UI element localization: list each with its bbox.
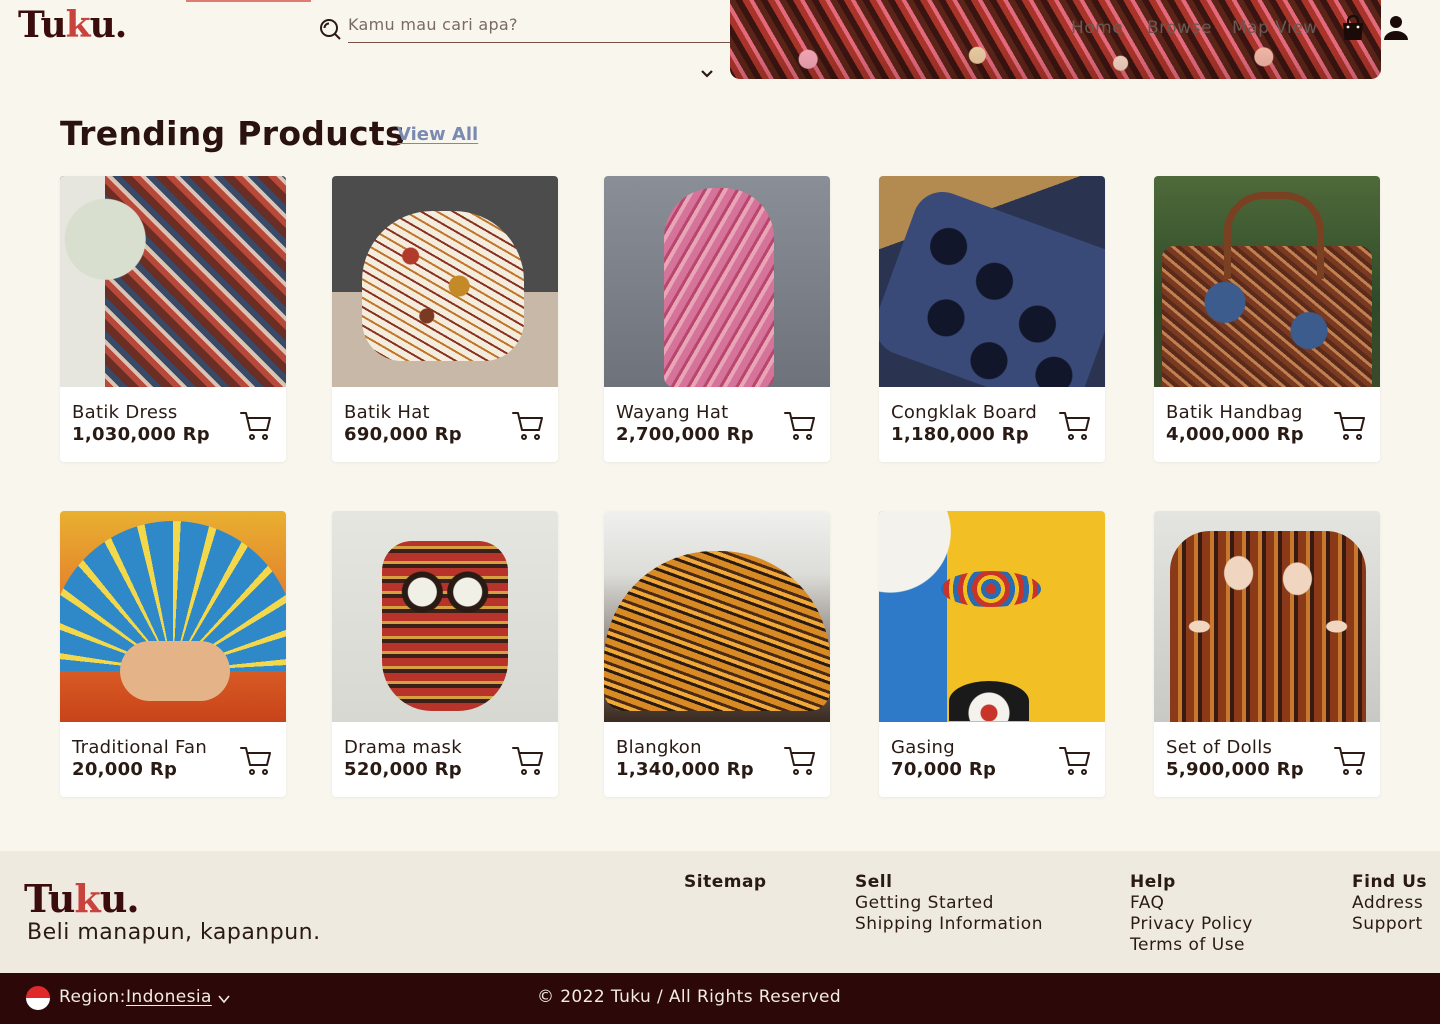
view-all-link[interactable]: View All: [397, 124, 478, 145]
footer-link-getting-started[interactable]: Getting Started: [855, 893, 994, 913]
product-image[interactable]: [879, 511, 1105, 722]
add-to-cart-icon[interactable]: [511, 409, 545, 443]
region-selector[interactable]: Indonesia: [126, 987, 212, 1007]
add-to-cart-icon[interactable]: [1058, 409, 1092, 443]
add-to-cart-icon[interactable]: [239, 409, 273, 443]
header-accent-line: [186, 0, 311, 2]
chevron-down-icon[interactable]: [699, 66, 715, 82]
user-icon[interactable]: [1383, 14, 1409, 42]
footer-logo[interactable]: Tuku.: [24, 876, 140, 921]
product-name: Set of Dolls: [1166, 737, 1273, 758]
add-to-cart-icon[interactable]: [783, 409, 817, 443]
product-name: Traditional Fan: [72, 737, 208, 758]
product-price: 70,000 Rp: [891, 759, 997, 780]
hero-banner[interactable]: [730, 0, 1381, 79]
product-price: 520,000 Rp: [344, 759, 462, 780]
nav-home[interactable]: Home: [1071, 18, 1123, 38]
product-name: Batik Handbag: [1166, 402, 1303, 423]
product-image[interactable]: [60, 176, 286, 387]
product-card[interactable]: Drama mask 520,000 Rp: [332, 511, 558, 797]
product-card[interactable]: Blangkon 1,340,000 Rp: [604, 511, 830, 797]
footer-link-shipping-information[interactable]: Shipping Information: [855, 914, 1043, 934]
indonesia-flag-icon: [26, 986, 50, 1010]
product-price: 5,900,000 Rp: [1166, 759, 1304, 780]
product-card[interactable]: Batik Hat 690,000 Rp: [332, 176, 558, 462]
add-to-cart-icon[interactable]: [783, 744, 817, 778]
product-price: 1,340,000 Rp: [616, 759, 754, 780]
add-to-cart-icon[interactable]: [239, 744, 273, 778]
product-image[interactable]: [604, 511, 830, 722]
product-price: 1,180,000 Rp: [891, 424, 1029, 445]
copyright-text: © 2022 Tuku / All Rights Reserved: [537, 987, 842, 1007]
product-price: 4,000,000 Rp: [1166, 424, 1304, 445]
product-card[interactable]: Traditional Fan 20,000 Rp: [60, 511, 286, 797]
footer-link-support[interactable]: Support: [1352, 914, 1423, 934]
footer-link-address[interactable]: Address: [1352, 893, 1423, 913]
chevron-down-icon[interactable]: [217, 992, 231, 1006]
product-card[interactable]: Batik Handbag 4,000,000 Rp: [1154, 176, 1380, 462]
shopping-bag-icon[interactable]: [1340, 14, 1366, 42]
product-price: 20,000 Rp: [72, 759, 178, 780]
product-name: Batik Dress: [72, 402, 178, 423]
product-name: Batik Hat: [344, 402, 430, 423]
product-card[interactable]: Wayang Hat 2,700,000 Rp: [604, 176, 830, 462]
search-icon[interactable]: [318, 17, 342, 41]
product-image[interactable]: [60, 511, 286, 722]
product-card[interactable]: Gasing 70,000 Rp: [879, 511, 1105, 797]
footer-link-faq[interactable]: FAQ: [1130, 893, 1164, 913]
product-name: Wayang Hat: [616, 402, 729, 423]
footer-heading-sell: Sell: [855, 872, 893, 892]
product-card[interactable]: Set of Dolls 5,900,000 Rp: [1154, 511, 1380, 797]
product-image[interactable]: [1154, 176, 1380, 387]
add-to-cart-icon[interactable]: [1333, 409, 1367, 443]
footer-heading-help: Help: [1130, 872, 1176, 892]
product-image[interactable]: [332, 176, 558, 387]
product-image[interactable]: [604, 176, 830, 387]
region-label: Region:: [59, 987, 126, 1007]
product-card[interactable]: Batik Dress 1,030,000 Rp: [60, 176, 286, 462]
product-price: 1,030,000 Rp: [72, 424, 210, 445]
product-image[interactable]: [879, 176, 1105, 387]
footer-heading-find-us: Find Us: [1352, 872, 1428, 892]
product-name: Gasing: [891, 737, 955, 758]
footer-tagline: Beli manapun, kapanpun.: [27, 920, 321, 945]
footer-link-privacy-policy[interactable]: Privacy Policy: [1130, 914, 1253, 934]
nav-browse[interactable]: Browse: [1147, 18, 1212, 38]
add-to-cart-icon[interactable]: [1333, 744, 1367, 778]
footer-heading-sitemap[interactable]: Sitemap: [684, 872, 767, 892]
logo[interactable]: Tuku.: [18, 4, 127, 46]
product-price: 690,000 Rp: [344, 424, 462, 445]
product-image[interactable]: [1154, 511, 1380, 722]
product-name: Blangkon: [616, 737, 702, 758]
product-card[interactable]: Congklak Board 1,180,000 Rp: [879, 176, 1105, 462]
product-name: Drama mask: [344, 737, 462, 758]
product-price: 2,700,000 Rp: [616, 424, 754, 445]
add-to-cart-icon[interactable]: [1058, 744, 1092, 778]
page-title: Trending Products: [60, 114, 405, 153]
add-to-cart-icon[interactable]: [511, 744, 545, 778]
footer-link-terms-of-use[interactable]: Terms of Use: [1130, 935, 1245, 955]
product-name: Congklak Board: [891, 402, 1038, 423]
nav-map-view[interactable]: Map View: [1232, 18, 1318, 38]
product-image[interactable]: [332, 511, 558, 722]
